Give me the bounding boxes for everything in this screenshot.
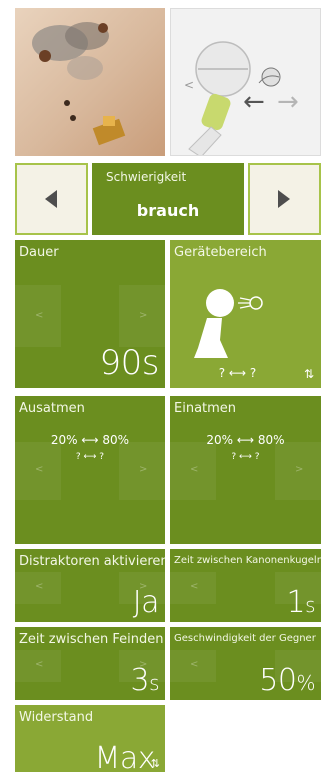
enemy-time-number: 3 [130,663,150,698]
duration-title: Dauer [19,245,59,260]
chevron-right-icon: > [139,464,148,475]
resistance-value: Max [94,741,155,772]
exhale-range: 20% ⟷ 80% [50,433,130,447]
chevron-right-icon [278,190,290,208]
enemy-speed-number: 50 [259,663,297,698]
enemy-speed-tile[interactable]: Geschwindigkeit der Gegner < 50% [170,627,321,700]
difficulty-next-button[interactable] [248,163,321,235]
enemy-time-value: 3s [130,666,159,696]
game-preview-image [32,22,126,146]
enemy-speed-unit: % [296,671,315,695]
cannonball-time-title: Zeit zwischen Kanonenkugeln [174,555,321,566]
exhale-title: Ausatmen [19,401,85,416]
exhale-tile[interactable]: Ausatmen < > 20% ⟷ 80% ? ⟷ ? [15,396,165,544]
cannonball-time-value: 1s [286,588,315,618]
difficulty-label: Schwierigkeit [106,170,187,184]
inhale-range: 20% ⟷ 80% [206,433,285,447]
cannonball-time-tile[interactable]: Zeit zwischen Kanonenkugeln < 1s [170,549,321,622]
difficulty-prev-button[interactable] [15,163,88,235]
device-range-values: ? ⟷ ? [218,366,257,380]
distractors-value: Ja [132,585,160,620]
game-preview-thumbnail[interactable] [15,8,165,156]
chevron-left-icon: < [190,581,199,592]
resistance-title: Widerstand [19,710,94,725]
link-icon: ⇅ [303,367,314,381]
chevron-right-icon: > [295,464,304,475]
enemy-speed-title: Geschwindigkeit der Gegner [174,633,316,644]
chevron-right-icon: > [139,310,148,321]
chevron-left-icon: < [35,464,44,475]
link-icon: ⇅ [150,757,160,770]
enemy-time-title: Zeit zwischen Feinden [19,632,164,647]
distractors-title: Distraktoren aktivieren [19,554,165,569]
duration-tile[interactable]: Dauer < > 90s [15,240,165,388]
enemy-speed-value: 50% [259,666,315,696]
chevron-left-icon: < [35,581,44,592]
chevron-left-icon: < [190,659,199,670]
exhale-device-range: ? ⟷ ? [75,452,105,462]
arrow-left-icon: ← [243,87,265,117]
cannonball-time-unit: s [305,593,315,617]
chevron-left-icon: < [190,464,199,475]
enemy-time-tile[interactable]: Zeit zwischen Feinden < > 3s [15,627,165,700]
cannonball-time-number: 1 [286,585,306,620]
resistance-tile[interactable]: Widerstand Max ⇅ [15,705,165,772]
inhale-title: Einatmen [174,401,237,416]
arrow-right-icon: → [277,87,299,117]
chevron-left-icon: < [35,659,44,670]
breathing-instruction-thumbnail[interactable]: < ← → [170,8,321,156]
distractors-tile[interactable]: Distraktoren aktivieren < > Ja [15,549,165,622]
svg-text:<: < [184,78,194,92]
breathing-character-image: < [184,41,281,155]
duration-value: 90s [99,343,160,383]
chevron-left-icon: < [35,310,44,321]
inhale-device-range: ? ⟷ ? [231,452,260,462]
chevron-left-icon [45,190,57,208]
inhale-tile[interactable]: Einatmen < > 20% ⟷ 80% ? ⟷ ? [170,396,321,544]
device-range-tile[interactable]: Gerätebereich ? ⟷ ? ⇅ [170,240,321,388]
difficulty-panel: Schwierigkeit brauch [92,163,244,235]
difficulty-value: brauch [136,201,200,220]
enemy-time-unit: s [149,671,159,695]
